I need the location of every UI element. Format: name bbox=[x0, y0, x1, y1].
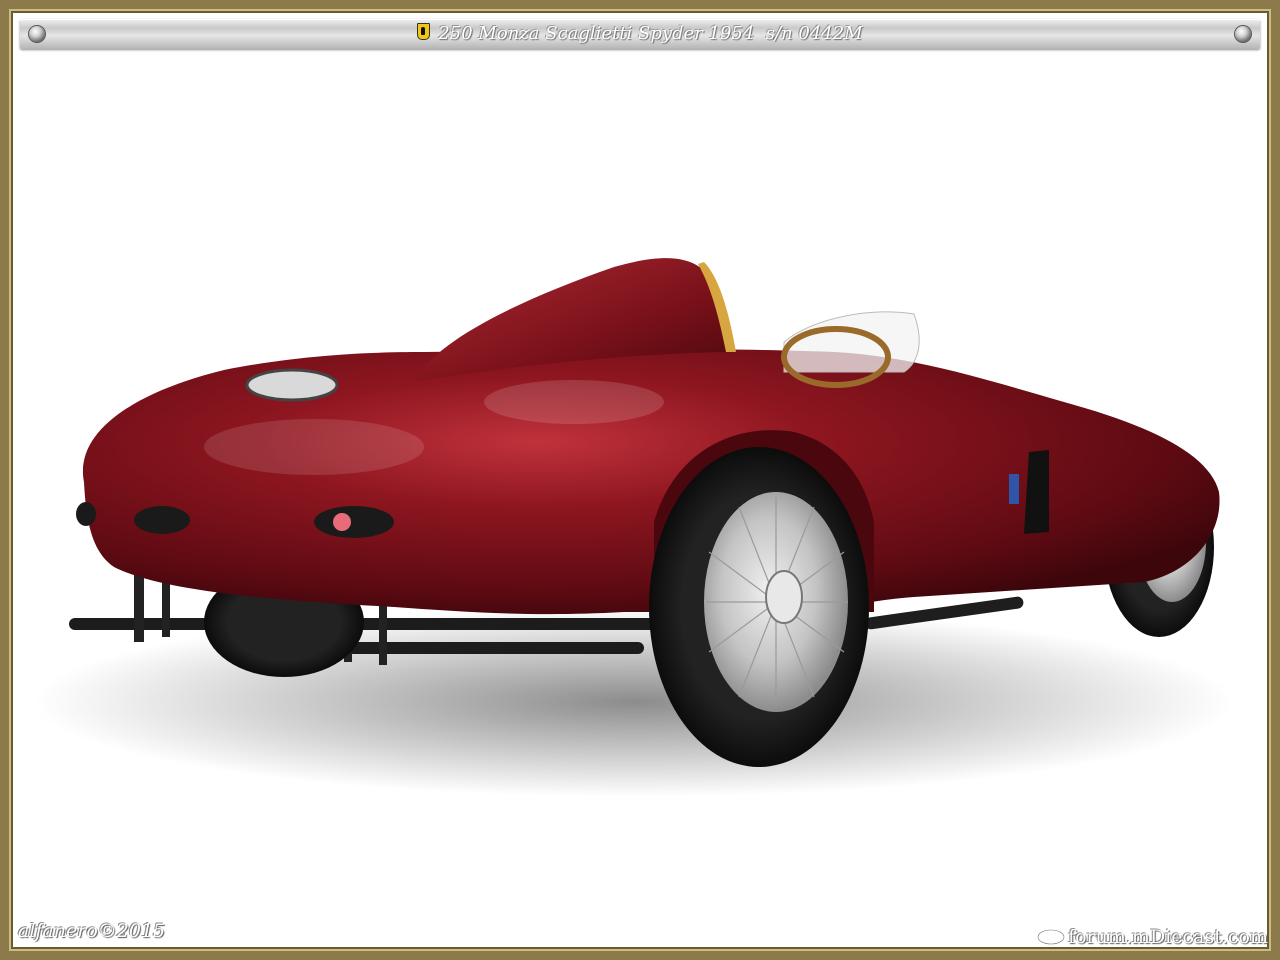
tail-light-far bbox=[76, 502, 96, 526]
photo-title: 250 Monza Scaglietti Spyder 1954 s/n 044… bbox=[438, 23, 863, 44]
bolt-icon bbox=[1235, 26, 1251, 42]
badge bbox=[1009, 474, 1019, 504]
fuel-cap bbox=[245, 368, 339, 402]
site-watermark: forum.mDiecast.com bbox=[1036, 926, 1268, 948]
title-text-wrap: 250 Monza Scaglietti Spyder 1954 s/n 044… bbox=[20, 23, 1260, 44]
windscreen bbox=[783, 311, 920, 373]
copyright-text: alfanero©2015 bbox=[18, 920, 166, 942]
rear-wheel bbox=[649, 447, 869, 767]
tail-lamp bbox=[333, 513, 351, 531]
site-url: forum.mDiecast.com bbox=[1068, 926, 1268, 948]
title-bar: 250 Monza Scaglietti Spyder 1954 s/n 044… bbox=[20, 19, 1260, 49]
car-photo bbox=[34, 258, 1234, 797]
tail-light-right bbox=[314, 506, 394, 538]
tail-light-left bbox=[134, 506, 190, 534]
site-logo-icon bbox=[1037, 929, 1066, 945]
prancing-horse-shield-icon bbox=[417, 23, 431, 40]
